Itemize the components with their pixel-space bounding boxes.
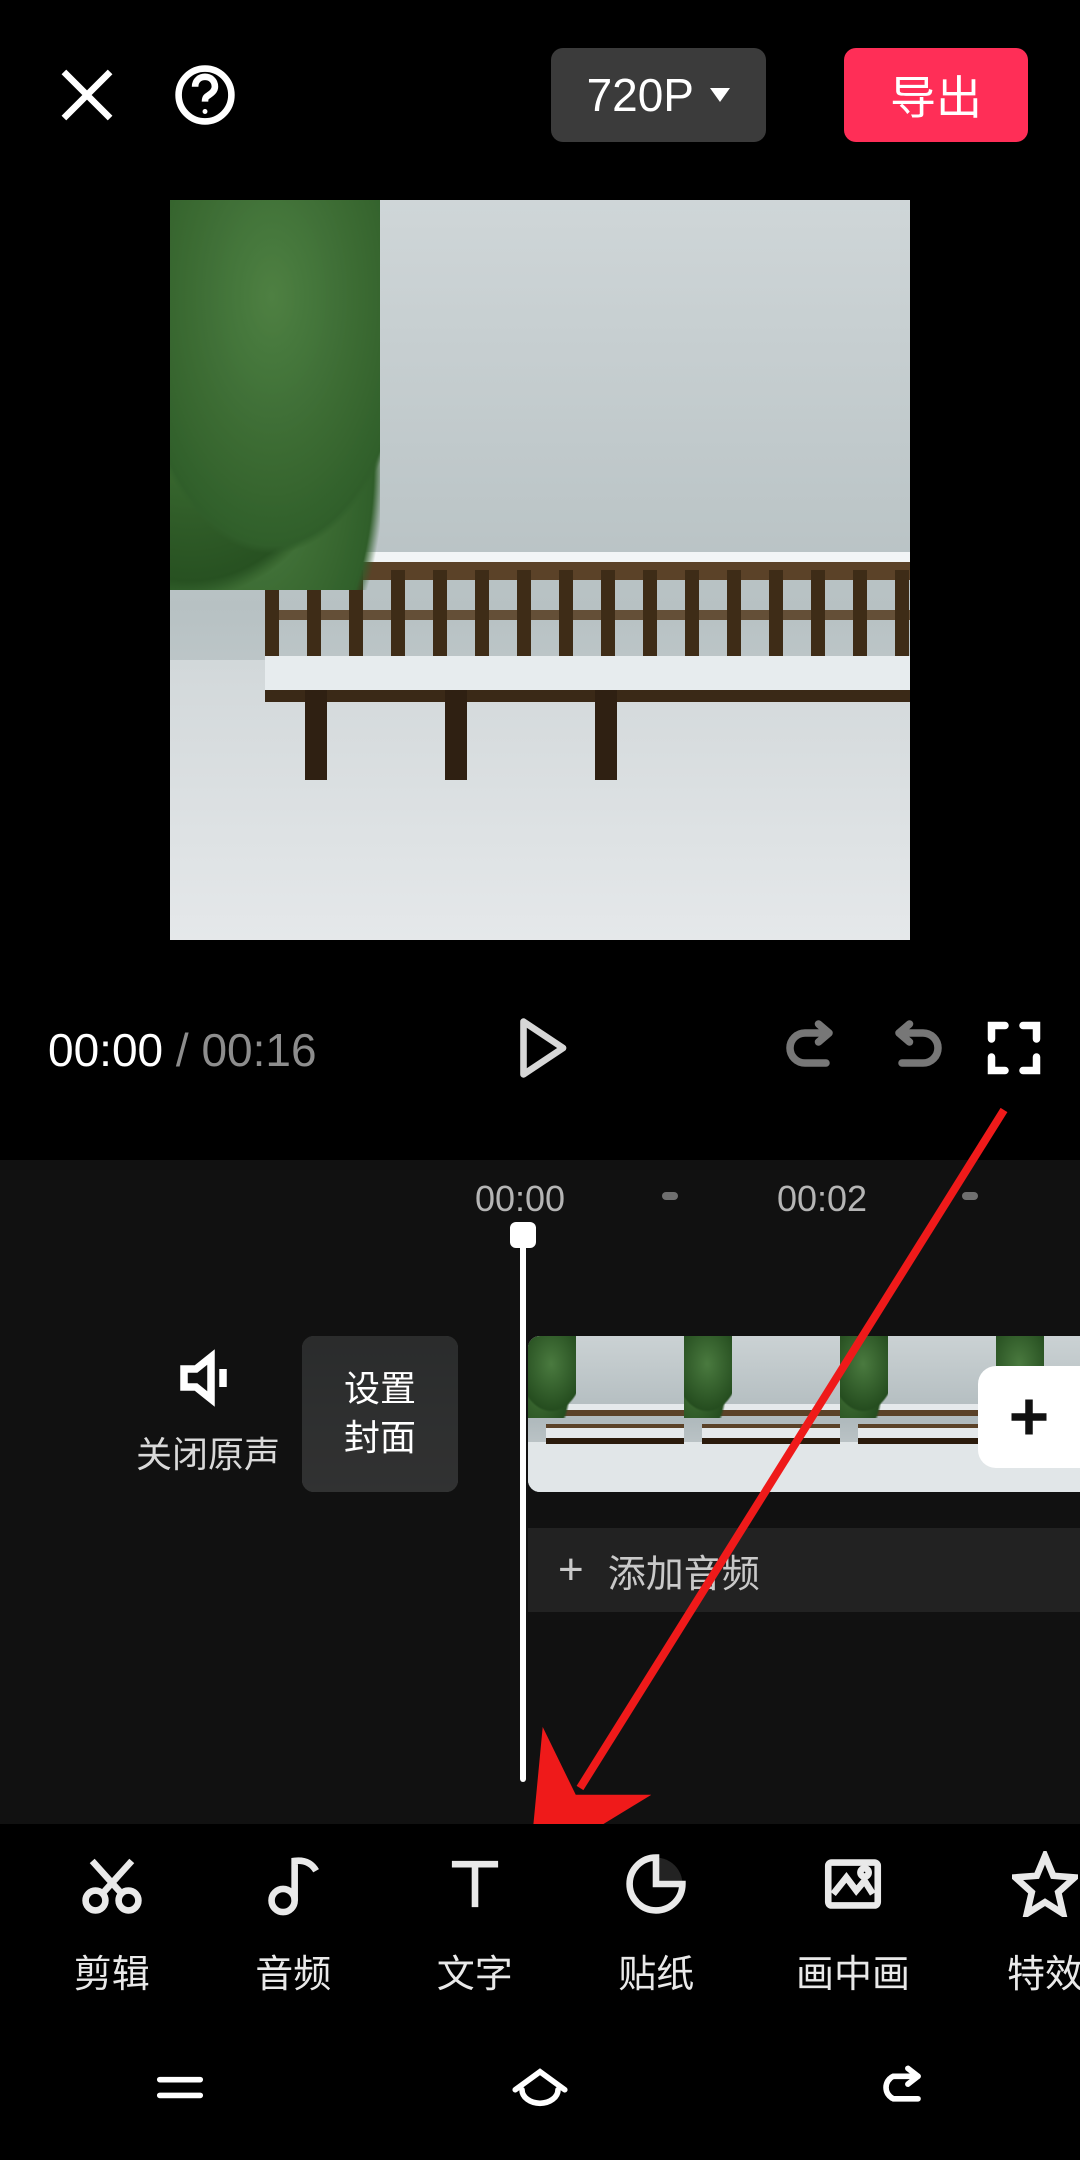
- timeline: 00:00 00:02 关闭原声 设置封面 + 添加音频: [0, 1160, 1080, 1920]
- help-button[interactable]: [170, 60, 240, 130]
- music-note-icon: [260, 1851, 326, 1917]
- toolbar-item-effects[interactable]: 特效: [1010, 1851, 1080, 1998]
- sticker-icon: [623, 1851, 689, 1917]
- bottom-toolbar: 剪辑 音频 文字 贴纸 画中画 特效: [0, 1824, 1080, 2024]
- timecode: 00:00 / 00:16: [48, 1023, 317, 1077]
- toolbar-item-audio[interactable]: 音频: [254, 1851, 334, 1998]
- toolbar-label: 画中画: [796, 1943, 910, 1998]
- toolbar-label: 特效: [1007, 1943, 1080, 1998]
- play-icon: [507, 1015, 573, 1081]
- effects-icon: [1012, 1851, 1078, 1917]
- redo-button[interactable]: [884, 1018, 944, 1083]
- ruler-dot: [662, 1192, 678, 1200]
- picture-in-picture-icon: [820, 1851, 886, 1917]
- add-clip-button[interactable]: [978, 1366, 1080, 1468]
- app-root: 720P 导出 00:00 / 00:16: [0, 0, 1080, 2160]
- clip-thumbnail: [684, 1336, 840, 1492]
- export-button[interactable]: 导出: [844, 48, 1028, 142]
- redo-icon: [884, 1018, 944, 1078]
- set-cover-button[interactable]: 设置封面: [302, 1336, 458, 1492]
- toolbar-item-sticker[interactable]: 贴纸: [617, 1851, 697, 1998]
- resolution-label: 720P: [587, 68, 694, 122]
- top-bar: 720P 导出: [0, 0, 1080, 190]
- mute-original-audio-button[interactable]: 关闭原声: [128, 1348, 288, 1478]
- home-icon: [505, 2065, 575, 2110]
- chevron-down-icon: [710, 88, 730, 102]
- undo-icon: [784, 1018, 844, 1078]
- export-label: 导出: [890, 62, 982, 128]
- timeline-ruler[interactable]: 00:00 00:02: [0, 1178, 1080, 1238]
- fullscreen-button[interactable]: [984, 1018, 1044, 1083]
- scissors-icon: [79, 1851, 145, 1917]
- recent-apps-button[interactable]: [145, 2065, 215, 2115]
- resolution-selector[interactable]: 720P: [551, 48, 766, 142]
- ruler-dot: [962, 1192, 978, 1200]
- help-icon: [172, 62, 238, 128]
- ruler-tick: 00:00: [475, 1178, 565, 1220]
- home-button[interactable]: [505, 2065, 575, 2115]
- add-audio-track-button[interactable]: + 添加音频: [528, 1528, 1080, 1612]
- text-icon: [442, 1851, 508, 1917]
- current-time: 00:00: [48, 1024, 163, 1076]
- system-nav-bar-2: [0, 2020, 1080, 2160]
- cover-label: 设置封面: [304, 1365, 456, 1462]
- menu-icon: [145, 2065, 215, 2110]
- video-preview[interactable]: [170, 200, 910, 940]
- clip-thumbnail: [840, 1336, 996, 1492]
- back-icon: [865, 2065, 935, 2110]
- close-button[interactable]: [52, 60, 122, 130]
- toolbar-label: 贴纸: [618, 1943, 694, 1998]
- preview-tree: [170, 200, 380, 590]
- plus-icon: [1004, 1392, 1054, 1442]
- back-button[interactable]: [865, 2065, 935, 2115]
- toolbar-item-pip[interactable]: 画中画: [798, 1851, 908, 1998]
- toolbar-item-edit[interactable]: 剪辑: [72, 1851, 152, 1998]
- playhead[interactable]: [520, 1232, 526, 1782]
- toolbar-item-text[interactable]: 文字: [435, 1851, 515, 1998]
- plus-icon: +: [558, 1545, 584, 1595]
- play-button[interactable]: [507, 1015, 573, 1086]
- mute-label: 关闭原声: [136, 1426, 280, 1478]
- total-time: 00:16: [201, 1024, 316, 1076]
- toolbar-label: 音频: [255, 1943, 331, 1998]
- speaker-icon: [178, 1348, 238, 1408]
- toolbar-label: 文字: [437, 1943, 513, 1998]
- add-audio-label: 添加音频: [608, 1543, 760, 1598]
- fullscreen-icon: [984, 1018, 1044, 1078]
- player-controls: 00:00 / 00:16: [0, 980, 1080, 1120]
- clip-thumbnail: [528, 1336, 684, 1492]
- close-icon: [54, 62, 120, 128]
- toolbar-label: 剪辑: [74, 1943, 150, 1998]
- undo-button[interactable]: [784, 1018, 844, 1083]
- ruler-tick: 00:02: [777, 1178, 867, 1220]
